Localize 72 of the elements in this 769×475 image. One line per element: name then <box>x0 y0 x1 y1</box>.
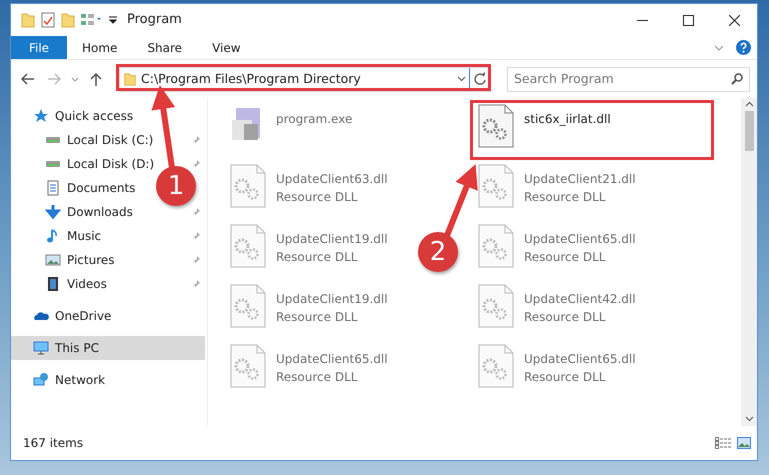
file-item[interactable]: UpdateClient21.dll Resource DLL <box>478 164 636 208</box>
refresh-icon[interactable] <box>473 72 487 86</box>
item-count: 167 items <box>23 435 84 452</box>
file-item[interactable]: UpdateClient42.dll Resource DLL <box>478 284 636 328</box>
file-item[interactable]: UpdateClient65.dll Resource DLL <box>478 344 636 388</box>
chevron-down-icon <box>71 76 79 82</box>
file-item[interactable]: UpdateClient19.dll Resource DLL <box>230 284 388 328</box>
search-field[interactable]: Search Program <box>508 70 731 88</box>
sidebar-item[interactable]: Pictures <box>11 248 119 272</box>
ribbon-tab[interactable]: Share <box>132 36 198 59</box>
folder-icon[interactable] <box>61 12 75 28</box>
back-arrow-icon <box>21 73 35 85</box>
sidebar-item[interactable]: Quick access <box>11 104 138 128</box>
scroll-up-icon[interactable] <box>744 101 754 107</box>
gear-file-icon <box>478 344 514 388</box>
gear-file-icon <box>478 284 514 328</box>
gear-file-icon <box>478 104 514 148</box>
ribbon-tab[interactable]: Home <box>67 36 132 59</box>
gear-file-icon <box>478 164 514 208</box>
sidebar-item[interactable]: Local Disk (C:) <box>11 128 158 152</box>
forward-arrow-icon <box>47 73 61 85</box>
large-icons-view-icon[interactable] <box>737 437 751 449</box>
sidebar-item[interactable]: Network <box>11 368 110 392</box>
up-arrow-icon <box>90 72 102 86</box>
gear-file-icon <box>230 344 266 388</box>
scrollbar[interactable] <box>741 98 757 426</box>
drive-icon <box>45 160 61 168</box>
file-item[interactable]: UpdateClient63.dll Resource DLL <box>230 164 388 208</box>
checklist-icon[interactable] <box>41 12 55 28</box>
search-box[interactable]: Search Program <box>507 66 750 92</box>
ribbon-tab[interactable]: View <box>197 36 256 59</box>
file-item[interactable]: program.exe <box>230 104 352 144</box>
window-title: Program <box>127 11 182 30</box>
folder-icon <box>123 72 137 86</box>
close-icon <box>728 14 740 26</box>
dropdown-icon[interactable] <box>457 76 466 82</box>
maximize-icon <box>682 14 694 26</box>
address-bar[interactable]: C:\Program Files\Program Directory <box>119 66 491 92</box>
dropdown-icon[interactable] <box>109 15 117 25</box>
view-icon[interactable] <box>81 13 103 27</box>
network-icon <box>33 372 49 388</box>
file-item[interactable]: UpdateClient65.dll Resource DLL <box>478 224 636 268</box>
help-icon[interactable] <box>736 40 751 55</box>
details-view-icon[interactable] <box>715 437 731 449</box>
gear-file-icon <box>230 224 266 268</box>
file-item[interactable]: stic6x_iirlat.dll <box>478 104 611 148</box>
gear-file-icon <box>478 224 514 268</box>
folder-icon[interactable] <box>21 12 35 28</box>
gear-file-icon <box>230 284 266 328</box>
sidebar-item[interactable]: Videos <box>11 272 111 296</box>
scroll-down-icon[interactable] <box>744 416 754 422</box>
file-tab[interactable]: File <box>11 36 67 59</box>
gear-file-icon <box>230 164 266 208</box>
file-item[interactable]: UpdateClient19.dll Resource DLL <box>230 224 388 268</box>
sidebar-item[interactable]: Local Disk (D:) <box>11 152 158 176</box>
sidebar-item[interactable]: Documents <box>11 176 140 200</box>
file-item[interactable]: UpdateClient65.dll Resource DLL <box>230 344 388 388</box>
search-icon <box>731 73 743 85</box>
film-icon <box>45 276 61 292</box>
sidebar-item[interactable]: OneDrive <box>11 304 116 328</box>
download-arrow-icon <box>45 204 61 220</box>
picture-icon <box>45 252 61 268</box>
sidebar-item[interactable]: Downloads <box>11 200 137 224</box>
sidebar-item[interactable]: Music <box>11 224 106 248</box>
address-field[interactable]: C:\Program Files\Program Directory <box>137 70 457 88</box>
sidebar-item[interactable]: This PC <box>11 336 205 360</box>
scroll-thumb[interactable] <box>744 111 754 151</box>
star-icon <box>33 108 49 124</box>
document-icon <box>45 180 61 196</box>
drive-icon <box>45 136 61 144</box>
expand-ribbon-icon[interactable] <box>714 44 724 50</box>
monitor-icon <box>33 340 49 356</box>
